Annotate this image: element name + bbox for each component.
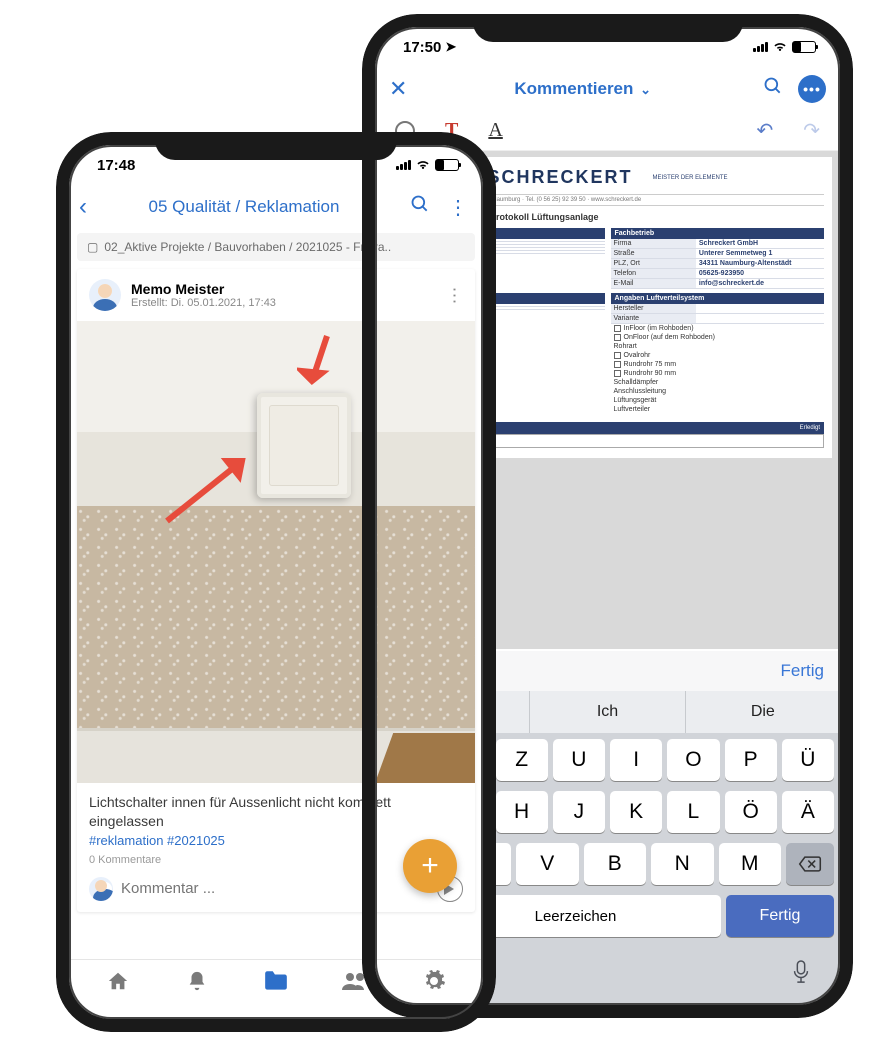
header-title[interactable]: Kommentieren ⌄: [417, 79, 748, 99]
tab-settings-icon[interactable]: [414, 969, 454, 999]
card-photo[interactable]: [77, 321, 475, 783]
undo-icon[interactable]: ↶: [756, 118, 773, 143]
key-m[interactable]: M: [719, 843, 782, 885]
card-caption: Lichtschalter innen für Aussenlicht nich…: [77, 783, 475, 833]
more-icon[interactable]: •••: [798, 75, 826, 103]
mic-icon[interactable]: [790, 959, 812, 991]
key-ü[interactable]: Ü: [782, 739, 834, 781]
annotation-arrow-icon: [297, 331, 357, 401]
backspace-key[interactable]: [786, 843, 834, 885]
doc-brand: SCHRECKERT: [487, 167, 632, 188]
comment-input[interactable]: [121, 880, 429, 897]
key-ö[interactable]: Ö: [725, 791, 777, 833]
header: ✕ Kommentieren ⌄ •••: [375, 67, 840, 111]
signal-icon: [396, 160, 411, 170]
key-k[interactable]: K: [610, 791, 662, 833]
key-o[interactable]: O: [667, 739, 719, 781]
menu-icon[interactable]: ⋮: [443, 195, 473, 220]
fab-add-button[interactable]: +: [403, 839, 457, 893]
search-icon[interactable]: [758, 76, 788, 102]
underline-tool-icon[interactable]: A: [488, 119, 502, 142]
battery-icon: [435, 159, 459, 171]
breadcrumb[interactable]: ▢02_Aktive Projekte / Bauvorhaben / 2021…: [77, 233, 475, 261]
battery-icon: [792, 41, 816, 53]
key-b[interactable]: B: [584, 843, 647, 885]
card-author: Memo Meister: [131, 281, 435, 297]
tabbar: [69, 959, 483, 1007]
tab-home-icon[interactable]: [98, 970, 138, 998]
key-z[interactable]: Z: [496, 739, 548, 781]
avatar: [89, 279, 121, 311]
memo-card[interactable]: Memo Meister Erstellt: Di. 05.01.2021, 1…: [77, 269, 475, 912]
annotation-arrow-icon: [157, 451, 257, 531]
location-icon: ➤: [445, 39, 456, 55]
card-more-icon[interactable]: ⋯: [444, 286, 465, 304]
return-key[interactable]: Fertig: [726, 895, 834, 937]
back-icon[interactable]: ‹: [79, 193, 87, 221]
key-h[interactable]: H: [496, 791, 548, 833]
wifi-icon: [415, 159, 431, 171]
close-icon[interactable]: ✕: [389, 76, 407, 102]
suggestion[interactable]: Ich: [530, 691, 685, 733]
key-p[interactable]: P: [725, 739, 777, 781]
avatar: [89, 877, 113, 901]
suggestion[interactable]: Die: [686, 691, 840, 733]
search-icon[interactable]: [405, 194, 435, 220]
redo-icon[interactable]: ↷: [803, 118, 820, 143]
key-n[interactable]: N: [651, 843, 714, 885]
key-v[interactable]: V: [516, 843, 579, 885]
tab-notifications-icon[interactable]: [177, 970, 217, 998]
doc-brand-sub: MEISTER DER ELEMENTE: [653, 175, 728, 181]
signal-icon: [753, 42, 768, 52]
header: ‹ 05 Qualität / Reklamation ⋮: [69, 185, 483, 229]
folder-icon: ▢: [87, 240, 98, 254]
status-time: 17:50: [403, 39, 441, 56]
header-title: 05 Qualität / Reklamation: [95, 197, 397, 217]
phone-left: 17:48 ‹ 05 Qualität / Reklamation ⋮ ▢02_…: [56, 132, 496, 1032]
status-time: 17:48: [97, 157, 135, 174]
key-i[interactable]: I: [610, 739, 662, 781]
key-ä[interactable]: Ä: [782, 791, 834, 833]
tab-folder-icon[interactable]: [256, 970, 296, 998]
tab-people-icon[interactable]: [335, 971, 375, 997]
key-j[interactable]: J: [553, 791, 605, 833]
key-l[interactable]: L: [667, 791, 719, 833]
card-timestamp: Erstellt: Di. 05.01.2021, 17:43: [131, 297, 435, 309]
key-u[interactable]: U: [553, 739, 605, 781]
wifi-icon: [772, 41, 788, 53]
